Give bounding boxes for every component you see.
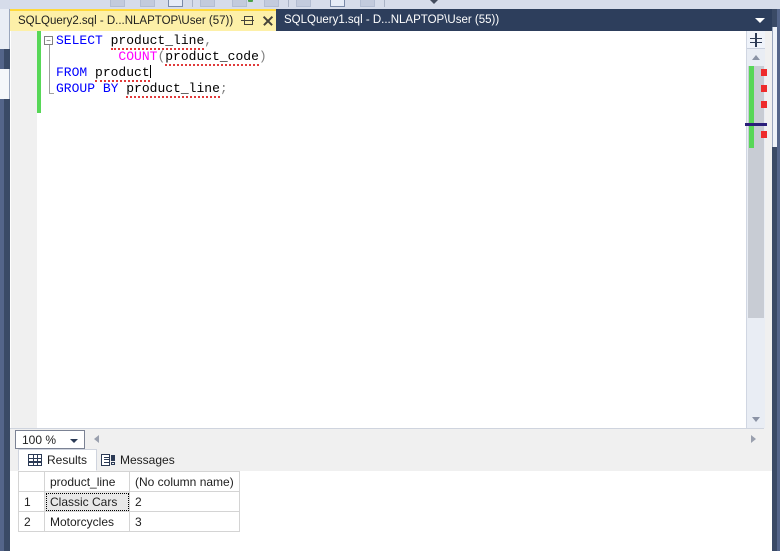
toolbar-button[interactable] [264,0,279,7]
toolbar-button[interactable] [296,0,311,7]
code-token: , [204,33,213,48]
code-token: product_line [126,81,220,98]
outline-guide-foot [48,93,54,94]
grid-select-all-corner[interactable] [18,471,45,492]
left-dock-tab-object-explorer[interactable] [0,9,10,49]
tab-sqlquery2[interactable]: SQLQuery2.sql - D...NLAPTOP\User (57)) [10,9,282,31]
toolbar-button[interactable] [110,0,125,7]
sql-editor[interactable]: − SELECT product_line, COUNT(product_cod… [10,31,746,428]
editor-outlining-column: − [42,31,56,428]
table-row[interactable]: 2 Motorcycles 3 [18,511,240,532]
toolbar-button[interactable] [168,0,183,7]
cell-product-line[interactable]: Motorcycles [44,511,130,532]
code-token: BY [102,81,119,96]
tab-messages[interactable]: Messages [92,449,184,471]
chevron-down-icon[interactable] [70,439,78,443]
results-grid-container[interactable]: product_line (No column name) 1 Classic … [18,471,772,551]
code-line-3: FROM product [56,65,267,82]
scrollbar-error-marker[interactable] [761,85,767,92]
results-tab-strip: Results Messages [10,449,772,471]
pin-icon[interactable] [241,14,255,28]
execute-icon[interactable] [248,0,253,2]
ssms-window: SQLQuery2.sql - D...NLAPTOP\User (57)) S… [0,0,780,551]
toolbar-strip [0,0,780,9]
code-token: ; [219,81,228,96]
scrollbar-error-marker[interactable] [761,131,767,138]
close-icon[interactable] [261,14,275,28]
code-token: product [95,65,150,82]
outline-collapse-toggle[interactable]: − [44,36,53,45]
zoom-level-value: 100 % [22,432,57,447]
grid-column-header-no-column-name[interactable]: (No column name) [129,471,240,492]
toolbar-separator [192,0,193,7]
scrollbar-error-marker[interactable] [761,101,767,108]
code-line-1: SELECT product_line, [56,33,267,50]
code-token: SELECT [56,33,103,48]
horizontal-scrollbar-track[interactable] [105,430,745,449]
code-token: ) [258,49,267,64]
cell-product-line[interactable]: Classic Cars [44,491,130,512]
editor-gutter [11,31,37,428]
toolbar-button[interactable] [330,0,345,7]
document-tab-bar: SQLQuery2.sql - D...NLAPTOP\User (57)) S… [10,9,772,31]
toolbar-overflow-chevron-down-icon[interactable] [430,0,438,4]
tab-results[interactable]: Results [18,449,98,471]
message-icon [101,453,115,467]
tab-sqlquery1[interactable]: SQLQuery1.sql - D...NLAPTOP\User (55)) [276,9,506,31]
grid-column-header-product-line[interactable]: product_line [44,471,130,492]
toolbar-button[interactable] [140,0,155,7]
left-dock-tab-toolbox[interactable] [0,69,10,99]
zoom-level-dropdown[interactable]: 100 % [15,430,85,449]
code-token: GROUP [56,81,96,96]
editor-change-bar [37,31,41,113]
code-token: COUNT [118,49,158,64]
row-number[interactable]: 2 [18,511,45,532]
tab-title-active: SQLQuery2.sql - D...NLAPTOP\User (57)) [18,15,234,27]
scroll-up-icon[interactable] [747,49,765,66]
grid-icon [28,454,42,466]
cell-count[interactable]: 3 [129,511,240,532]
scrollbar-error-marker[interactable] [761,69,767,76]
toolbar-button[interactable] [232,0,247,7]
table-row[interactable]: 1 Classic Cars 2 [18,491,240,512]
text-caret [149,65,151,78]
right-dock-rail [772,9,780,551]
toolbar-button[interactable] [200,0,215,7]
toolbar-button[interactable] [360,0,375,7]
scrollbar-change-marker [749,66,754,148]
results-panel: Results Messages product_line (No column… [10,449,772,551]
scroll-down-icon[interactable] [747,411,765,428]
tab-results-label: Results [47,453,88,467]
code-token: product_code [165,49,259,66]
toolbar-separator [384,0,385,7]
scroll-right-icon[interactable] [745,430,762,449]
scrollbar-caret-marker [745,123,767,126]
left-dock-rail [0,9,10,551]
toolbar-separator [288,0,289,7]
code-token: product_line [110,33,205,50]
tab-messages-label: Messages [120,453,175,467]
code-line-4: GROUP BY product_line; [56,81,267,98]
editor-scrollbar-track[interactable] [745,66,767,411]
code-line-2: COUNT(product_code) [56,49,267,66]
outline-guide-line [48,45,50,93]
split-editor-icon[interactable] [747,31,765,49]
scroll-left-icon[interactable] [88,430,105,449]
row-number[interactable]: 1 [18,491,45,512]
editor-code-text[interactable]: SELECT product_line, COUNT(product_code)… [56,33,267,98]
tab-title-inactive: SQLQuery1.sql - D...NLAPTOP\User (55)) [284,14,500,26]
code-token: FROM [56,65,88,80]
editor-status-bar: 100 % [10,428,764,449]
grid-header-row: product_line (No column name) [18,471,240,492]
tab-overflow-chevron-down-icon[interactable] [755,18,765,23]
results-grid[interactable]: product_line (No column name) 1 Classic … [18,471,240,532]
editor-scroll-column [745,31,767,428]
cell-count[interactable]: 2 [129,491,240,512]
